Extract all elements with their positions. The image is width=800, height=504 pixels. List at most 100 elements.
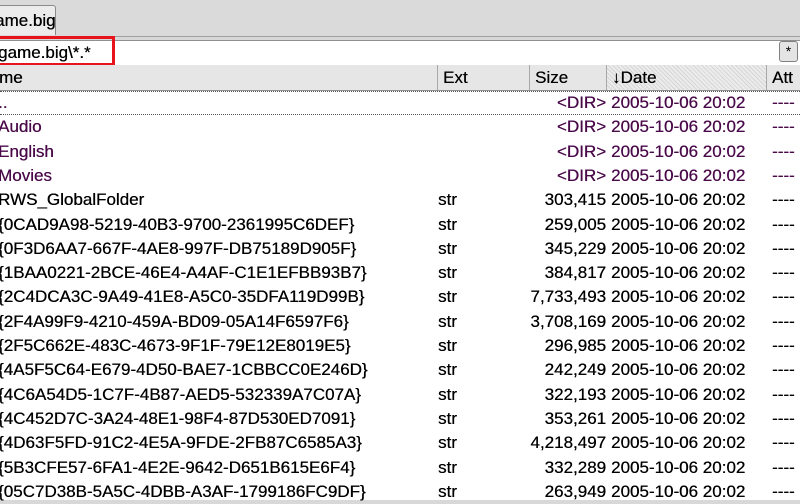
file-date: 2005-10-06 20:02 bbox=[611, 287, 746, 307]
file-row[interactable]: {2F4A99F9-4210-459A-BD09-05A14F6597F6} st… bbox=[0, 310, 800, 334]
tab-game-big[interactable]: ame.big bbox=[0, 5, 56, 35]
file-row[interactable]: {4C6A54D5-1C7F-4B87-AED5-532339A7C07A} st… bbox=[0, 383, 800, 407]
file-date: 2005-10-06 20:02 bbox=[611, 263, 746, 283]
file-date: 2005-10-06 20:02 bbox=[611, 141, 746, 161]
file-ext: str bbox=[438, 287, 457, 307]
file-attr: ---- bbox=[772, 238, 795, 258]
file-attr: ---- bbox=[772, 384, 795, 404]
file-attr: ---- bbox=[772, 165, 795, 185]
file-ext: str bbox=[438, 190, 457, 210]
file-size: <DIR> bbox=[556, 117, 606, 137]
file-size: 353,261 bbox=[544, 408, 606, 428]
file-date: 2005-10-06 20:02 bbox=[611, 93, 746, 112]
file-name: {2F5C662E-483C-4673-9F1F-79E12E8019E5} bbox=[0, 336, 351, 355]
file-name: Movies bbox=[0, 165, 52, 185]
file-size: 296,985 bbox=[544, 336, 606, 355]
file-row[interactable]: {05C7D38B-5A5C-4DBB-A3AF-1799186FC9DF} st… bbox=[0, 480, 800, 504]
column-date[interactable]: ↓Date bbox=[607, 65, 767, 90]
folder-row[interactable]: .. <DIR> 2005-10-06 20:02 ---- bbox=[0, 91, 800, 115]
file-row[interactable]: {0CAD9A98-5219-40B3-9700-2361995C6DEF} st… bbox=[0, 213, 800, 237]
file-name: {1BAA0221-2BCE-46E4-A4AF-C1E1EFBB93B7} bbox=[0, 263, 367, 283]
file-attr: ---- bbox=[772, 141, 795, 161]
file-attr: ---- bbox=[772, 408, 795, 428]
file-name: {05C7D38B-5A5C-4DBB-A3AF-1799186FC9DF} bbox=[0, 481, 366, 501]
file-date: 2005-10-06 20:02 bbox=[611, 311, 746, 331]
file-size: 322,193 bbox=[544, 384, 606, 404]
file-size: 4,218,497 bbox=[530, 433, 606, 453]
file-size: 303,415 bbox=[544, 190, 606, 210]
file-name: {2F4A99F9-4210-459A-BD09-05A14F6597F6} bbox=[0, 311, 349, 331]
file-attr: ---- bbox=[772, 336, 795, 355]
file-attr: ---- bbox=[772, 117, 795, 137]
folder-row[interactable]: Movies <DIR> 2005-10-06 20:02 ---- bbox=[0, 164, 800, 188]
file-row[interactable]: RWS_GlobalFolder str 303,415 2005-10-06 20:… bbox=[0, 188, 800, 212]
file-ext: str bbox=[438, 214, 457, 234]
file-name: English bbox=[0, 141, 54, 161]
column-name[interactable]: me bbox=[0, 65, 438, 90]
file-row[interactable]: {4A5F5C64-E679-4D50-BAE7-1CBBCC0E246D} st… bbox=[0, 358, 800, 382]
file-attr: ---- bbox=[772, 311, 795, 331]
file-attr: ---- bbox=[772, 190, 795, 210]
file-attr: ---- bbox=[772, 481, 795, 501]
file-attr: ---- bbox=[772, 360, 795, 380]
folder-row[interactable]: English <DIR> 2005-10-06 20:02 ---- bbox=[0, 140, 800, 164]
file-attr: ---- bbox=[772, 457, 795, 477]
file-date: 2005-10-06 20:02 bbox=[611, 190, 746, 210]
file-size: <DIR> bbox=[556, 93, 606, 112]
file-size: 3,708,169 bbox=[530, 311, 606, 331]
file-ext: str bbox=[438, 457, 457, 477]
file-date: 2005-10-06 20:02 bbox=[611, 433, 746, 453]
file-name: {0CAD9A98-5219-40B3-9700-2361995C6DEF} bbox=[0, 214, 355, 234]
highlight-box bbox=[0, 36, 115, 66]
file-date: 2005-10-06 20:02 bbox=[611, 457, 746, 477]
column-ext[interactable]: Ext bbox=[438, 65, 530, 90]
file-date: 2005-10-06 20:02 bbox=[611, 117, 746, 137]
file-attr: ---- bbox=[772, 287, 795, 307]
file-name: Audio bbox=[0, 117, 42, 137]
file-ext: str bbox=[438, 433, 457, 453]
file-row[interactable]: {4D63F5FD-91C2-4E5A-9FDE-2FB87C6585A3} st… bbox=[0, 431, 800, 455]
file-ext: str bbox=[438, 360, 457, 380]
file-date: 2005-10-06 20:02 bbox=[611, 384, 746, 404]
folder-row[interactable]: Audio <DIR> 2005-10-06 20:02 ---- bbox=[0, 115, 800, 139]
file-row[interactable]: {0F3D6AA7-667F-4AE8-997F-DB75189D905F} st… bbox=[0, 237, 800, 261]
file-attr: ---- bbox=[772, 263, 795, 283]
filter-star-button[interactable]: * bbox=[779, 41, 798, 62]
file-size: <DIR> bbox=[556, 141, 606, 161]
file-ext: str bbox=[438, 481, 457, 501]
file-name: RWS_GlobalFolder bbox=[0, 190, 145, 210]
file-name: {4A5F5C64-E679-4D50-BAE7-1CBBCC0E246D} bbox=[0, 360, 368, 380]
file-ext: str bbox=[438, 408, 457, 428]
file-row[interactable]: {5B3CFE57-6FA1-4E2E-9642-D651B615E6F4} st… bbox=[0, 456, 800, 480]
file-row[interactable]: {2F5C662E-483C-4673-9F1F-79E12E8019E5} st… bbox=[0, 334, 800, 358]
file-name: {0F3D6AA7-667F-4AE8-997F-DB75189D905F} bbox=[0, 238, 357, 258]
file-name: .. bbox=[0, 93, 8, 112]
file-size: 384,817 bbox=[544, 263, 606, 283]
file-name: {2C4DCA3C-9A49-41E8-A5C0-35DFA119D99B} bbox=[0, 287, 365, 307]
file-date: 2005-10-06 20:02 bbox=[611, 165, 746, 185]
file-size: 242,249 bbox=[544, 360, 606, 380]
file-size: 263,949 bbox=[544, 481, 606, 501]
file-size: <DIR> bbox=[556, 165, 606, 185]
file-ext: str bbox=[438, 384, 457, 404]
file-attr: ---- bbox=[772, 93, 795, 112]
file-name: {4C6A54D5-1C7F-4B87-AED5-532339A7C07A} bbox=[0, 384, 361, 404]
file-list[interactable]: ..<DIR>2005-10-06 20:02----Audio<DIR>200… bbox=[0, 91, 800, 501]
file-date: 2005-10-06 20:02 bbox=[611, 408, 746, 428]
file-size: 332,289 bbox=[544, 457, 606, 477]
file-attr: ---- bbox=[772, 433, 795, 453]
file-row[interactable]: {2C4DCA3C-9A49-41E8-A5C0-35DFA119D99B} st… bbox=[0, 285, 800, 309]
file-date: 2005-10-06 20:02 bbox=[611, 360, 746, 380]
column-size[interactable]: Size bbox=[530, 65, 607, 90]
file-date: 2005-10-06 20:02 bbox=[611, 214, 746, 234]
file-name: {4D63F5FD-91C2-4E5A-9FDE-2FB87C6585A3} bbox=[0, 433, 362, 453]
file-name: {4C452D7C-3A24-48E1-98F4-87D530ED7091} bbox=[0, 408, 356, 428]
file-row[interactable]: {1BAA0221-2BCE-46E4-A4AF-C1E1EFBB93B7} st… bbox=[0, 261, 800, 285]
file-size: 259,005 bbox=[544, 214, 606, 234]
file-row[interactable]: {4C452D7C-3A24-48E1-98F4-87D530ED7091} st… bbox=[0, 407, 800, 431]
file-ext: str bbox=[438, 336, 457, 355]
column-attr[interactable]: Att bbox=[767, 65, 800, 90]
file-date: 2005-10-06 20:02 bbox=[611, 336, 746, 355]
file-name: {5B3CFE57-6FA1-4E2E-9642-D651B615E6F4} bbox=[0, 457, 356, 477]
path-bar[interactable]: game.big\*.* bbox=[0, 40, 800, 66]
